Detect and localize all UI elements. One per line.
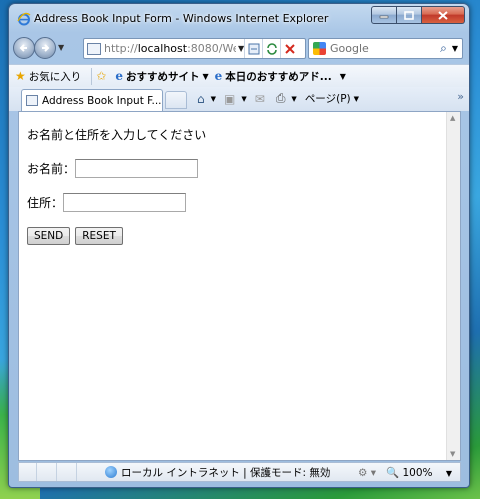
refresh-icon bbox=[266, 42, 277, 55]
chevron-down-icon: ▼ bbox=[339, 71, 346, 81]
add-favorite-icon: ✩ bbox=[96, 69, 107, 83]
refresh-button[interactable] bbox=[262, 39, 280, 58]
todays-pick-label: 本日のおすすめアド... bbox=[225, 70, 332, 83]
chevron-down-icon: ▼ bbox=[210, 94, 217, 103]
read-mail-button[interactable]: ✉ bbox=[255, 92, 268, 106]
tab-label: Address Book Input F... bbox=[42, 94, 162, 107]
security-zone[interactable]: ローカル イントラネット | 保護モード: 無効 bbox=[105, 465, 330, 480]
search-placeholder: Google bbox=[330, 42, 369, 55]
address-row: 住所： bbox=[27, 193, 447, 212]
search-box[interactable]: Google ⌕ ▼ bbox=[308, 38, 463, 59]
mail-icon: ✉ bbox=[254, 91, 265, 106]
minimize-button[interactable] bbox=[371, 6, 397, 24]
maximize-icon bbox=[404, 10, 414, 20]
status-cell bbox=[57, 463, 77, 481]
address-label: 住所： bbox=[27, 196, 64, 210]
favorites-label: お気に入り bbox=[28, 70, 82, 83]
new-tab-button[interactable] bbox=[165, 91, 187, 109]
minimize-icon bbox=[379, 15, 389, 19]
address-bar[interactable]: http://localhost:8080/Web ▼ bbox=[83, 38, 306, 59]
url-prefix: http:// bbox=[104, 42, 138, 55]
address-field[interactable] bbox=[63, 193, 187, 212]
scroll-down-icon[interactable]: ▼ bbox=[450, 450, 455, 458]
command-bar: ⌂ ▼ ▣ ▼ ✉ ⎙ ▼ ページ(P) ▼ bbox=[197, 91, 367, 106]
url-host: localhost bbox=[137, 42, 188, 55]
ie-page-icon: e bbox=[115, 69, 123, 83]
recommended-sites-label: おすすめサイト bbox=[125, 70, 200, 83]
form-buttons: SEND RESET bbox=[27, 227, 447, 245]
stop-button[interactable] bbox=[280, 39, 298, 58]
page-icon bbox=[87, 42, 101, 55]
printer-icon: ⎙ bbox=[275, 91, 286, 105]
page-menu-label: ページ(P) bbox=[304, 93, 351, 105]
browser-window: Address Book Input Form - Windows Intern… bbox=[8, 3, 470, 488]
address-url[interactable]: http://localhost:8080/Web bbox=[104, 42, 236, 55]
forward-button[interactable] bbox=[34, 37, 56, 59]
page-icon bbox=[26, 95, 38, 106]
chevron-down-icon: ▼ bbox=[202, 71, 209, 81]
more-tools-chevron-icon[interactable]: » bbox=[457, 90, 464, 103]
close-button[interactable] bbox=[422, 6, 465, 24]
add-to-favorites-bar-button[interactable]: ✩ bbox=[96, 69, 109, 83]
home-icon: ⌂ bbox=[197, 91, 205, 106]
ie-logo-icon bbox=[17, 12, 31, 26]
zoom-icon: 🔍 bbox=[386, 467, 400, 479]
search-options-dropdown-icon[interactable]: ▼ bbox=[452, 44, 458, 53]
scroll-up-icon[interactable]: ▲ bbox=[450, 114, 455, 122]
zoom-control[interactable]: 🔍 100% ▼ bbox=[386, 466, 452, 479]
back-arrow-icon bbox=[19, 44, 27, 52]
chevron-down-icon: ▼ bbox=[445, 469, 452, 478]
status-cell bbox=[37, 463, 57, 481]
page-heading: お名前と住所を入力してください bbox=[27, 128, 207, 142]
intranet-globe-icon bbox=[105, 466, 117, 478]
todays-pick-link[interactable]: e 本日のおすすめアド... ▼ bbox=[215, 69, 346, 84]
back-button[interactable] bbox=[13, 37, 35, 59]
feeds-button[interactable]: ▣ ▼ bbox=[224, 92, 247, 106]
stop-icon bbox=[284, 43, 295, 54]
status-cell bbox=[19, 463, 37, 481]
status-right: ⚙ ▾ 🔍 100% ▼ bbox=[358, 466, 452, 480]
favorites-star-icon: ★ bbox=[15, 69, 26, 83]
vertical-scrollbar[interactable]: ▲ ▼ bbox=[446, 112, 460, 460]
close-icon bbox=[438, 10, 448, 20]
compatibility-view-button[interactable] bbox=[244, 39, 262, 58]
maximize-button[interactable] bbox=[397, 6, 422, 24]
name-row: お名前： bbox=[27, 159, 447, 178]
chevron-down-icon: ▼ bbox=[291, 94, 297, 103]
search-icon[interactable]: ⌕ bbox=[440, 41, 447, 56]
ie-page-icon: e bbox=[214, 69, 223, 83]
tab-bar: Address Book Input F... ⌂ ▼ ▣ ▼ ✉ ⎙ ▼ ページ(P… bbox=[9, 87, 469, 111]
address-book-form: お名前と住所を入力してください お名前： 住所： SEND RESET bbox=[19, 112, 447, 460]
recent-pages-dropdown-icon[interactable]: ▼ bbox=[58, 43, 64, 52]
print-button[interactable]: ⎙ ▼ bbox=[276, 91, 297, 106]
url-rest: :8080/Web bbox=[187, 42, 236, 55]
caption-buttons bbox=[371, 6, 465, 25]
compatibility-icon bbox=[248, 43, 260, 54]
chevron-down-icon: ▼ bbox=[353, 94, 360, 103]
home-button[interactable]: ⌂ ▼ bbox=[197, 92, 216, 106]
google-logo-icon bbox=[313, 42, 326, 55]
tab-address-book[interactable]: Address Book Input F... bbox=[21, 89, 163, 111]
favorites-bar: ★ お気に入り ✩ e おすすめサイト ▼ e 本日のおすすめアド... ▼ bbox=[9, 64, 469, 87]
send-button[interactable]: SEND bbox=[27, 227, 71, 245]
navigation-bar: ▼ http://localhost:8080/Web ▼ Google ⌕ ▼ bbox=[9, 33, 469, 64]
zoom-level: 100% bbox=[402, 467, 433, 479]
title-bar: Address Book Input Form - Windows Intern… bbox=[9, 4, 469, 33]
chevron-down-icon: ▼ bbox=[241, 94, 247, 103]
security-zone-label: ローカル イントラネット | 保護モード: 無効 bbox=[121, 466, 331, 479]
separator bbox=[91, 67, 93, 85]
page-content: お名前と住所を入力してください お名前： 住所： SEND RESET ▲ ▼ bbox=[18, 111, 461, 461]
protected-mode-icon[interactable]: ⚙ ▾ bbox=[358, 467, 376, 479]
favorites-button[interactable]: ★ お気に入り bbox=[9, 69, 81, 84]
reset-button[interactable]: RESET bbox=[75, 227, 123, 245]
recommended-sites-link[interactable]: e おすすめサイト ▼ bbox=[115, 69, 208, 84]
name-field[interactable] bbox=[75, 159, 199, 178]
rss-feed-icon: ▣ bbox=[224, 91, 236, 106]
page-menu-button[interactable]: ページ(P) ▼ bbox=[305, 91, 359, 106]
window-title: Address Book Input Form - Windows Intern… bbox=[34, 12, 329, 25]
name-label: お名前： bbox=[27, 162, 76, 176]
status-bar: ローカル イントラネット | 保護モード: 無効 ⚙ ▾ 🔍 100% ▼ bbox=[18, 462, 461, 482]
forward-arrow-icon bbox=[42, 44, 50, 52]
